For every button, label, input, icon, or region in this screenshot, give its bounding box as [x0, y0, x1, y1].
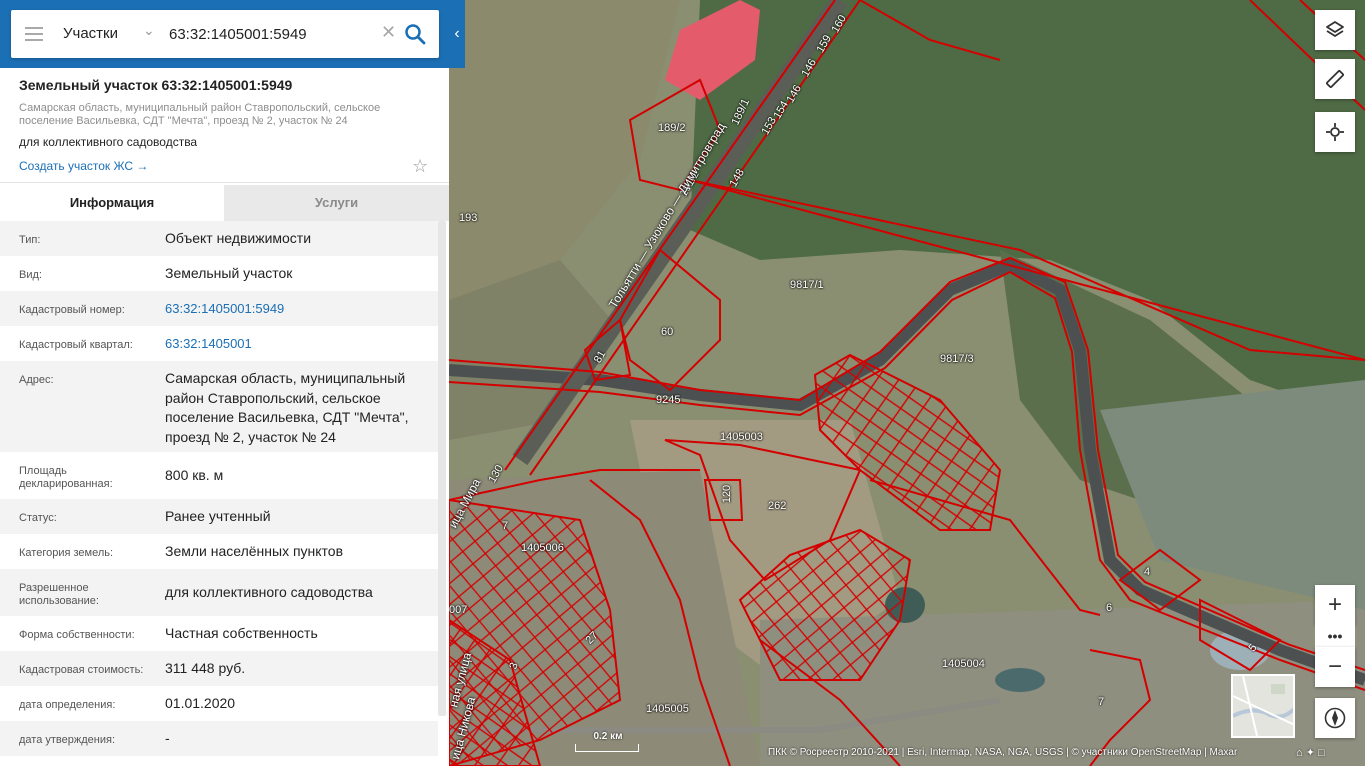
info-row: Адрес: Самарская область, муниципальный …	[0, 361, 438, 452]
attribution-icons[interactable]: ⌂ ✦ □	[1296, 746, 1325, 759]
info-value: для коллективного садоводства	[165, 584, 373, 600]
info-panel: Земельный участок 63:32:1405001:5949 Сам…	[0, 68, 449, 766]
info-label: Категория земель:	[19, 547, 114, 559]
parcel-label: 6	[1106, 602, 1113, 614]
info-row: Кадастровая стоимость: 311 448 руб.	[0, 651, 438, 686]
info-label: Форма собственности:	[19, 629, 135, 641]
quarter-label: 1405005	[646, 703, 689, 715]
cadastral-quarter-link[interactable]: 63:32:1405001	[165, 334, 425, 354]
minimap-thumbnail	[1233, 676, 1293, 736]
tab-services[interactable]: Услуги	[224, 185, 449, 221]
search-header: Участки ⌄ ✕	[0, 0, 465, 68]
tab-information[interactable]: Информация	[0, 185, 224, 221]
info-value: 01.01.2020	[165, 695, 236, 711]
map-scale: 0.2 км	[575, 731, 639, 752]
info-label: Кадастровая стоимость:	[19, 664, 144, 676]
info-value: 311 448 руб.	[165, 660, 246, 676]
parcel-label: 4	[1144, 566, 1151, 578]
hamburger-menu-icon[interactable]	[25, 27, 43, 41]
zoom-out-button[interactable]: −	[1315, 647, 1355, 687]
zoom-in-button[interactable]: +	[1315, 585, 1355, 625]
info-value: Земли населённых пунктов	[165, 543, 344, 559]
info-row: Вид: Земельный участок	[0, 256, 438, 291]
layers-button[interactable]	[1315, 10, 1355, 50]
info-label: Тип:	[19, 234, 41, 246]
clear-icon[interactable]: ✕	[381, 22, 396, 43]
info-label: Площадь декларированная:	[19, 465, 113, 490]
info-row: дата утверждения: -	[0, 721, 438, 756]
info-row: Тип: Объект недвижимости	[0, 221, 438, 256]
info-value: Земельный участок	[165, 265, 293, 281]
ruler-button[interactable]	[1315, 59, 1355, 99]
create-parcel-link[interactable]: Создать участок ЖС →	[19, 159, 148, 173]
info-row: Категория земель: Земли населённых пункт…	[0, 534, 438, 569]
info-row: Площадь декларированная: 800 кв. м	[0, 452, 438, 499]
search-type-select[interactable]: Участки	[63, 25, 118, 42]
ruler-icon	[1326, 70, 1344, 88]
info-value: Частная собственность	[165, 625, 318, 641]
map-attribution: ПКК © Росреестр 2010-2021 | Esri, Interm…	[768, 747, 1238, 758]
parcel-label: 9817/1	[790, 279, 824, 291]
plus-icon: +	[1327, 591, 1342, 618]
quarter-label: 1405006	[521, 542, 564, 554]
info-row: Статус: Ранее учтенный	[0, 499, 438, 534]
scale-label: 0.2 км	[593, 731, 623, 742]
info-table: Тип: Объект недвижимости Вид: Земельный …	[0, 221, 438, 756]
minus-icon: −	[1327, 653, 1342, 680]
tab-bar: Информация Услуги	[0, 185, 449, 221]
info-row: Кадастровый номер: 63:32:1405001:5949	[0, 291, 438, 326]
compass-icon	[1324, 707, 1346, 729]
info-value: Объект недвижимости	[165, 230, 312, 246]
info-label: дата определения:	[19, 699, 116, 711]
info-label: Вид:	[19, 269, 42, 281]
info-row: дата определения: 01.01.2020	[0, 686, 438, 721]
info-label: Разрешенное использование:	[19, 582, 99, 607]
info-row: Форма собственности: Частная собственнос…	[0, 616, 438, 651]
search-icon[interactable]	[404, 23, 426, 45]
ellipsis-icon: •••	[1327, 628, 1343, 644]
parcel-label: 9817/3	[940, 353, 974, 365]
quarter-label: 1405004	[942, 658, 985, 670]
parcel-label: 007	[449, 604, 468, 616]
parcel-label: 262	[768, 500, 787, 512]
info-label: Кадастровый номер:	[19, 304, 125, 316]
basemap-switcher[interactable]	[1231, 674, 1295, 738]
parcel-label: 193	[459, 212, 478, 224]
info-label: Статус:	[19, 512, 57, 524]
search-box: Участки ⌄ ✕	[11, 10, 439, 58]
parcel-label: 7	[502, 520, 509, 532]
info-value: -	[165, 730, 170, 746]
info-value: Самарская область, муниципальный район С…	[165, 370, 409, 445]
layers-icon	[1326, 21, 1344, 37]
parcel-label: 9245	[656, 394, 681, 406]
chevron-down-icon[interactable]: ⌄	[143, 22, 155, 39]
cadastral-number-link[interactable]: 63:32:1405001:5949	[165, 299, 425, 319]
info-value: 800 кв. м	[165, 467, 224, 483]
info-label: Адрес:	[19, 374, 54, 386]
info-label: дата утверждения:	[19, 734, 116, 746]
divider	[0, 182, 449, 183]
crosshair-icon	[1326, 123, 1344, 141]
object-address: Самарская область, муниципальный район С…	[19, 102, 381, 127]
parcel-label: 7	[1098, 696, 1105, 708]
info-label: Кадастровый квартал:	[19, 339, 133, 351]
parcel-label: 60	[661, 326, 674, 338]
star-icon[interactable]: ☆	[412, 156, 428, 177]
more-zoom-button[interactable]: •••	[1315, 625, 1355, 647]
info-row: Кадастровый квартал: 63:32:1405001	[0, 326, 438, 361]
collapse-panel-button[interactable]: ‹	[449, 0, 465, 68]
object-title: Земельный участок 63:32:1405001:5949	[19, 77, 293, 93]
parcel-label: 120	[721, 484, 734, 504]
parcel-label: 189/2	[658, 122, 686, 134]
info-row: Разрешенное использование: для коллектив…	[0, 569, 438, 616]
locate-button[interactable]	[1315, 112, 1355, 152]
quarter-label: 1405003	[720, 431, 763, 443]
object-purpose: для коллективного садоводства	[19, 135, 198, 149]
search-input[interactable]	[169, 22, 379, 46]
info-value: Ранее учтенный	[165, 508, 271, 524]
compass-button[interactable]	[1315, 698, 1355, 738]
panel-scrollbar[interactable]	[438, 221, 446, 716]
